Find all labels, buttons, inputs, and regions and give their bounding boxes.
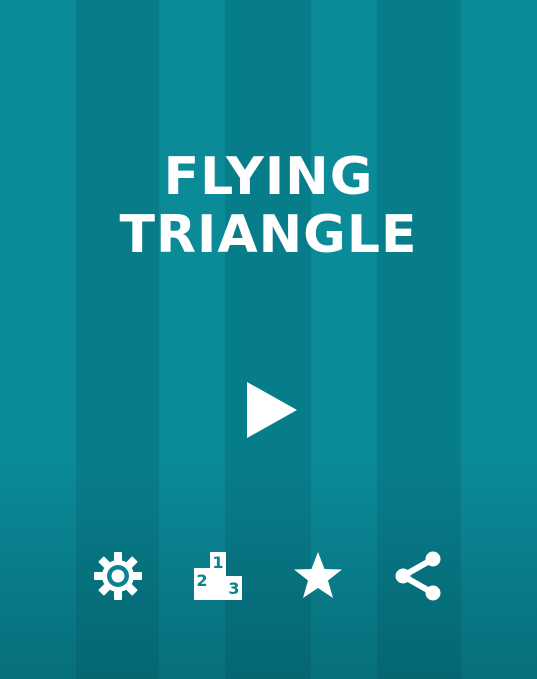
podium-label-third: 3: [228, 579, 239, 598]
podium-label-first: 1: [212, 553, 223, 572]
star-icon: [294, 552, 342, 598]
title-line-1: FLYING: [163, 147, 374, 207]
gear-icon: [94, 552, 142, 600]
leaderboard-icon: 1 2 3: [194, 552, 242, 600]
background-stripe: [461, 0, 537, 679]
striped-background: [0, 0, 537, 679]
share-icon: [395, 551, 441, 601]
play-icon: [247, 382, 297, 438]
title-line-2: TRIANGLE: [119, 205, 418, 265]
share-button[interactable]: [392, 550, 444, 602]
podium-label-second: 2: [196, 571, 207, 590]
settings-button[interactable]: [92, 550, 144, 602]
play-button[interactable]: [244, 380, 300, 440]
game-title: FLYING TRIANGLE: [0, 148, 537, 264]
leaderboard-button[interactable]: 1 2 3: [192, 550, 244, 602]
rate-button[interactable]: [292, 550, 344, 602]
background-stripe: [0, 0, 76, 679]
